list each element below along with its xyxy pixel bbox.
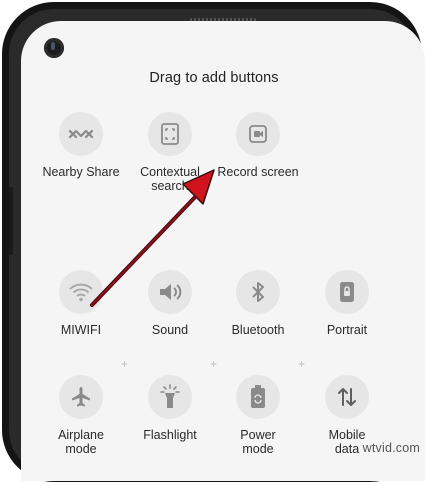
mobile-data-icon bbox=[325, 375, 369, 419]
page-title: Drag to add buttons bbox=[149, 70, 279, 86]
plus-marker: + bbox=[298, 357, 306, 371]
battery-icon bbox=[236, 375, 280, 419]
plus-marker: + bbox=[121, 357, 129, 371]
tile-label: Record screen bbox=[217, 165, 299, 179]
tile-portrait[interactable]: Portrait bbox=[302, 270, 392, 337]
side-button-left bbox=[9, 187, 13, 255]
tile-label: Portrait bbox=[326, 323, 368, 337]
airplane-icon bbox=[59, 375, 103, 419]
sound-icon bbox=[148, 270, 192, 314]
tile-label: Bluetooth bbox=[231, 323, 285, 337]
tile-power-mode[interactable]: Power mode bbox=[213, 375, 303, 456]
tile-label: MIWIFI bbox=[60, 323, 102, 337]
bluetooth-icon bbox=[236, 270, 280, 314]
tile-airplane-mode[interactable]: Airplane mode bbox=[36, 375, 126, 456]
tile-flashlight[interactable]: Flashlight bbox=[125, 375, 215, 442]
portrait-lock-icon bbox=[325, 270, 369, 314]
flashlight-icon bbox=[148, 375, 192, 419]
tile-label: Airplane mode bbox=[58, 428, 104, 456]
record-screen-icon bbox=[236, 112, 280, 156]
tile-label: Contextual search bbox=[140, 165, 200, 193]
front-camera-icon bbox=[44, 38, 64, 58]
tile-record-screen[interactable]: Record screen bbox=[213, 112, 303, 179]
tile-contextual-search[interactable]: Contextual search bbox=[125, 112, 215, 193]
tile-wifi[interactable]: MIWIFI bbox=[36, 270, 126, 337]
wifi-icon bbox=[59, 270, 103, 314]
watermark: wtvid.com bbox=[362, 441, 420, 455]
plus-marker: + bbox=[210, 357, 218, 371]
contextual-search-icon bbox=[148, 112, 192, 156]
tile-label: Nearby Share bbox=[42, 165, 120, 179]
tile-label: Power mode bbox=[240, 428, 276, 456]
tile-nearby-share[interactable]: Nearby Share bbox=[36, 112, 126, 179]
tile-label: Flashlight bbox=[143, 428, 197, 442]
tile-sound[interactable]: Sound bbox=[125, 270, 215, 337]
tile-bluetooth[interactable]: Bluetooth bbox=[213, 270, 303, 337]
tile-label: Sound bbox=[151, 323, 189, 337]
nearby-share-icon bbox=[59, 112, 103, 156]
